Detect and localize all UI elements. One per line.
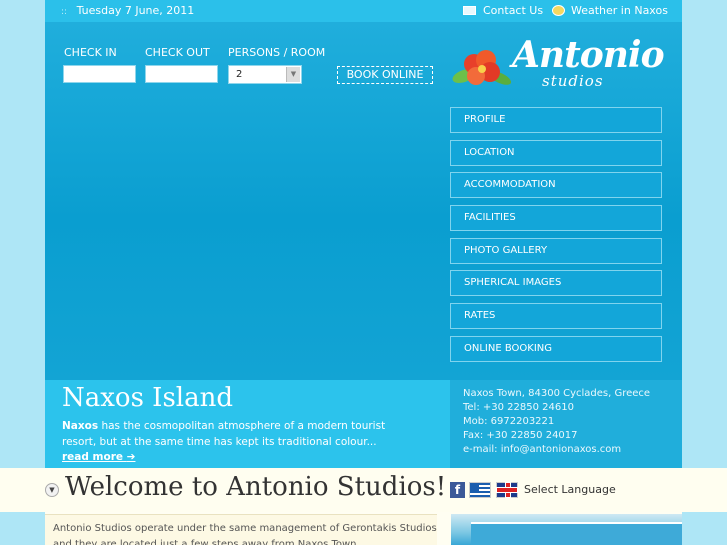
contact-us-link[interactable]: Contact Us: [463, 4, 543, 17]
page-wrapper: :: Tuesday 7 June, 2011 Contact Us Weath…: [45, 0, 682, 545]
greek-flag-icon[interactable]: [469, 482, 491, 498]
dots-icon: ::: [61, 7, 68, 17]
welcome-bar: ▼ Welcome to Antonio Studios! f Select L…: [0, 468, 727, 512]
pool-photo: [451, 514, 682, 545]
intro-text: Antonio Studios operate under the same m…: [45, 514, 437, 545]
content-area: Antonio Studios operate under the same m…: [45, 512, 682, 545]
checkout-input[interactable]: [145, 65, 218, 83]
read-more-label: read more: [62, 451, 124, 463]
hibiscus-logo-icon: [452, 50, 512, 85]
arrow-right-icon: ➔: [126, 451, 136, 463]
read-more-link[interactable]: read more ➔: [62, 451, 135, 463]
checkin-label: CHECK IN: [64, 46, 117, 59]
contact-address: Naxos Town, 84300 Cyclades, Greece: [463, 388, 651, 399]
contact-email[interactable]: e-mail: info@antonionaxos.com: [463, 443, 682, 457]
persons-select[interactable]: 2 ▼: [228, 65, 302, 84]
contact-fax: Fax: +30 22850 24017: [463, 430, 578, 441]
nav-item-location[interactable]: LOCATION: [450, 139, 662, 166]
hero-banner: CHECK IN CHECK OUT PERSONS / ROOM 2 ▼ BO…: [45, 22, 682, 380]
weather-label: Weather in Naxos: [571, 4, 668, 17]
mail-icon: [463, 5, 476, 15]
contact-us-label: Contact Us: [483, 4, 544, 17]
nav-item-profile[interactable]: PROFILE: [450, 107, 662, 133]
weather-icon: [552, 4, 565, 16]
contact-mobile: Mob: 6972203221: [463, 416, 555, 427]
main-nav: PROFILE LOCATION ACCOMMODATION FACILITIE…: [450, 107, 662, 369]
contact-details: Naxos Town, 84300 Cyclades, Greece Tel: …: [450, 380, 682, 468]
nav-item-photo-gallery[interactable]: PHOTO GALLERY: [450, 237, 662, 264]
date-text: Tuesday 7 June, 2011: [76, 4, 195, 17]
select-language-link[interactable]: Select Language: [524, 483, 616, 496]
naxos-description: Naxos has the cosmopolitan atmosphere of…: [62, 418, 402, 450]
top-bar: :: Tuesday 7 June, 2011 Contact Us Weath…: [45, 0, 682, 22]
uk-flag-icon[interactable]: [496, 482, 518, 498]
checkin-input[interactable]: [63, 65, 136, 83]
welcome-heading: Welcome to Antonio Studios!: [65, 472, 447, 502]
nav-item-accommodation[interactable]: ACCOMMODATION: [450, 172, 662, 199]
dropdown-arrow-icon[interactable]: ▼: [286, 67, 300, 82]
persons-label: PERSONS / ROOM: [228, 46, 326, 59]
nav-item-spherical-images[interactable]: SPHERICAL IMAGES: [450, 270, 662, 297]
persons-value: 2: [236, 69, 243, 80]
book-online-button[interactable]: BOOK ONLINE: [337, 66, 433, 84]
chevron-down-icon[interactable]: ▼: [45, 483, 59, 497]
logo[interactable]: Antonio studios: [450, 34, 670, 100]
checkout-label: CHECK OUT: [145, 46, 210, 59]
logo-subtitle: studios: [542, 72, 604, 90]
weather-link[interactable]: Weather in Naxos: [552, 4, 668, 17]
naxos-title: Naxos Island: [62, 383, 233, 413]
naxos-bold: Naxos: [62, 420, 99, 432]
nav-item-facilities[interactable]: FACILITIES: [450, 205, 662, 232]
logo-name: Antonio: [512, 34, 665, 76]
contact-tel: Tel: +30 22850 24610: [463, 402, 574, 413]
nav-item-online-booking[interactable]: ONLINE BOOKING: [450, 335, 662, 362]
naxos-desc-text: has the cosmopolitan atmosphere of a mod…: [62, 420, 386, 448]
facebook-icon[interactable]: f: [450, 482, 465, 498]
date-display: :: Tuesday 7 June, 2011: [61, 4, 194, 17]
nav-item-rates[interactable]: RATES: [450, 303, 662, 330]
